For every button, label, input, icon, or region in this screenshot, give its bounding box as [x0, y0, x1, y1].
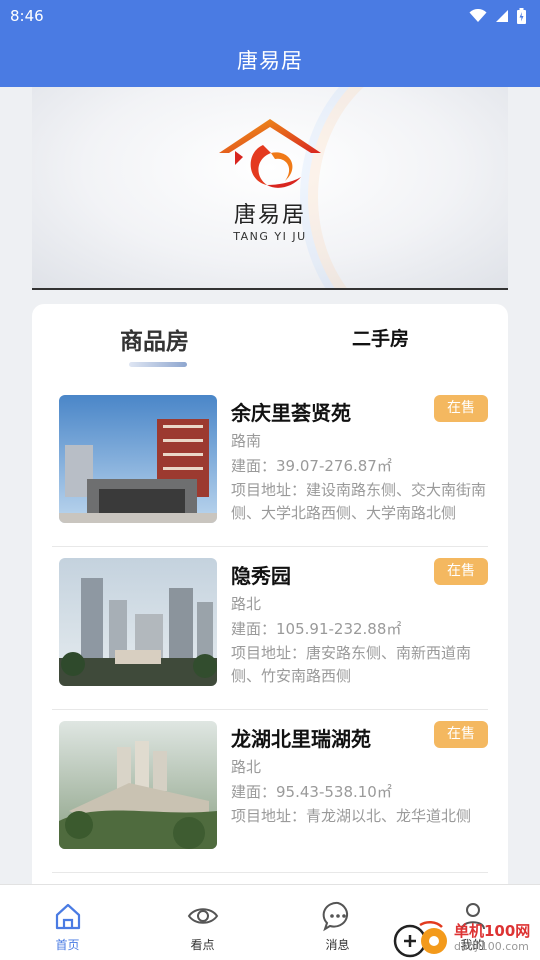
brand-logo: 唐易居 TANG YI JU — [32, 115, 508, 243]
chat-icon — [322, 901, 348, 932]
listing-address: 项目地址：唐安路东侧、南新西道南侧、竹安南路西侧 — [231, 644, 472, 685]
page-title: 唐易居 — [237, 48, 303, 73]
listing-area: 建面：95.43-538.10㎡ — [231, 783, 392, 801]
banner[interactable]: 唐易居 TANG YI JU — [32, 87, 508, 290]
listing-item[interactable]: 隐秀园 路北 建面：105.91-232.88㎡ 项目地址：唐安路东侧、南新西道… — [52, 547, 488, 710]
status-time: 8:46 — [10, 7, 44, 25]
nav-home-label: 首页 — [55, 938, 80, 952]
listing-photo — [59, 721, 217, 849]
status-icons — [469, 8, 526, 24]
logo-pinyin: TANG YI JU — [233, 230, 307, 243]
status-badge: 在售 — [434, 721, 488, 748]
listing-area: 建面：39.07-276.87㎡ — [231, 457, 392, 475]
status-badge: 在售 — [434, 395, 488, 422]
status-bar: 8:46 — [0, 0, 540, 32]
watermark-logo-icon — [393, 921, 447, 958]
nav-messages-label: 消息 — [325, 938, 350, 952]
status-badge: 在售 — [434, 558, 488, 585]
home-icon — [55, 903, 80, 930]
tab-new-homes[interactable]: 商品房 — [120, 322, 189, 356]
house-logo-icon — [219, 119, 321, 188]
eye-icon — [187, 908, 218, 924]
nav-highlights-label: 看点 — [190, 938, 215, 952]
watermark: 单机100网 danji100.com — [390, 918, 540, 960]
listing-area: 建面：105.91-232.88㎡ — [231, 620, 402, 638]
listing-list: 余庆里荟贤苑 路南 建面：39.07-276.87㎡ 项目地址：建设南路东侧、交… — [52, 384, 488, 873]
listing-road: 路南 — [231, 432, 262, 450]
logo-name: 唐易居 — [233, 203, 306, 228]
nav-highlights[interactable]: 看点 — [135, 885, 270, 960]
listing-item[interactable]: 龙湖北里瑞湖苑 路北 建面：95.43-538.10㎡ 项目地址：青龙湖以北、龙… — [52, 710, 488, 873]
nav-home[interactable]: 首页 — [0, 885, 135, 960]
tab-active-indicator — [129, 362, 187, 367]
watermark-url: danji100.com — [454, 940, 529, 953]
listing-address: 项目地址：建设南路东侧、交大南街南侧、大学北路西侧、大学南路北侧 — [231, 481, 487, 522]
listing-card: 商品房 二手房 余庆里荟贤苑 路南 建面：39.07-276.87㎡ 项目地址：… — [32, 304, 508, 904]
listing-address: 项目地址：青龙湖以北、龙华道北侧 — [231, 807, 472, 825]
watermark-text: 单机100网 danji100.com — [454, 924, 530, 954]
app-header: 唐易居 — [0, 32, 540, 87]
battery-icon — [517, 8, 526, 24]
listing-photo — [59, 395, 217, 523]
wifi-icon — [469, 9, 487, 22]
tab-second-hand[interactable]: 二手房 — [352, 324, 409, 351]
listing-road: 路北 — [231, 595, 262, 613]
signal-icon — [496, 10, 508, 22]
nav-messages[interactable]: 消息 — [270, 885, 405, 960]
property-tabs: 商品房 二手房 — [32, 304, 508, 384]
listing-item[interactable]: 余庆里荟贤苑 路南 建面：39.07-276.87㎡ 项目地址：建设南路东侧、交… — [52, 384, 488, 547]
watermark-brand: 单机100网 — [454, 922, 531, 940]
listing-photo — [59, 558, 217, 686]
listing-road: 路北 — [231, 758, 262, 776]
